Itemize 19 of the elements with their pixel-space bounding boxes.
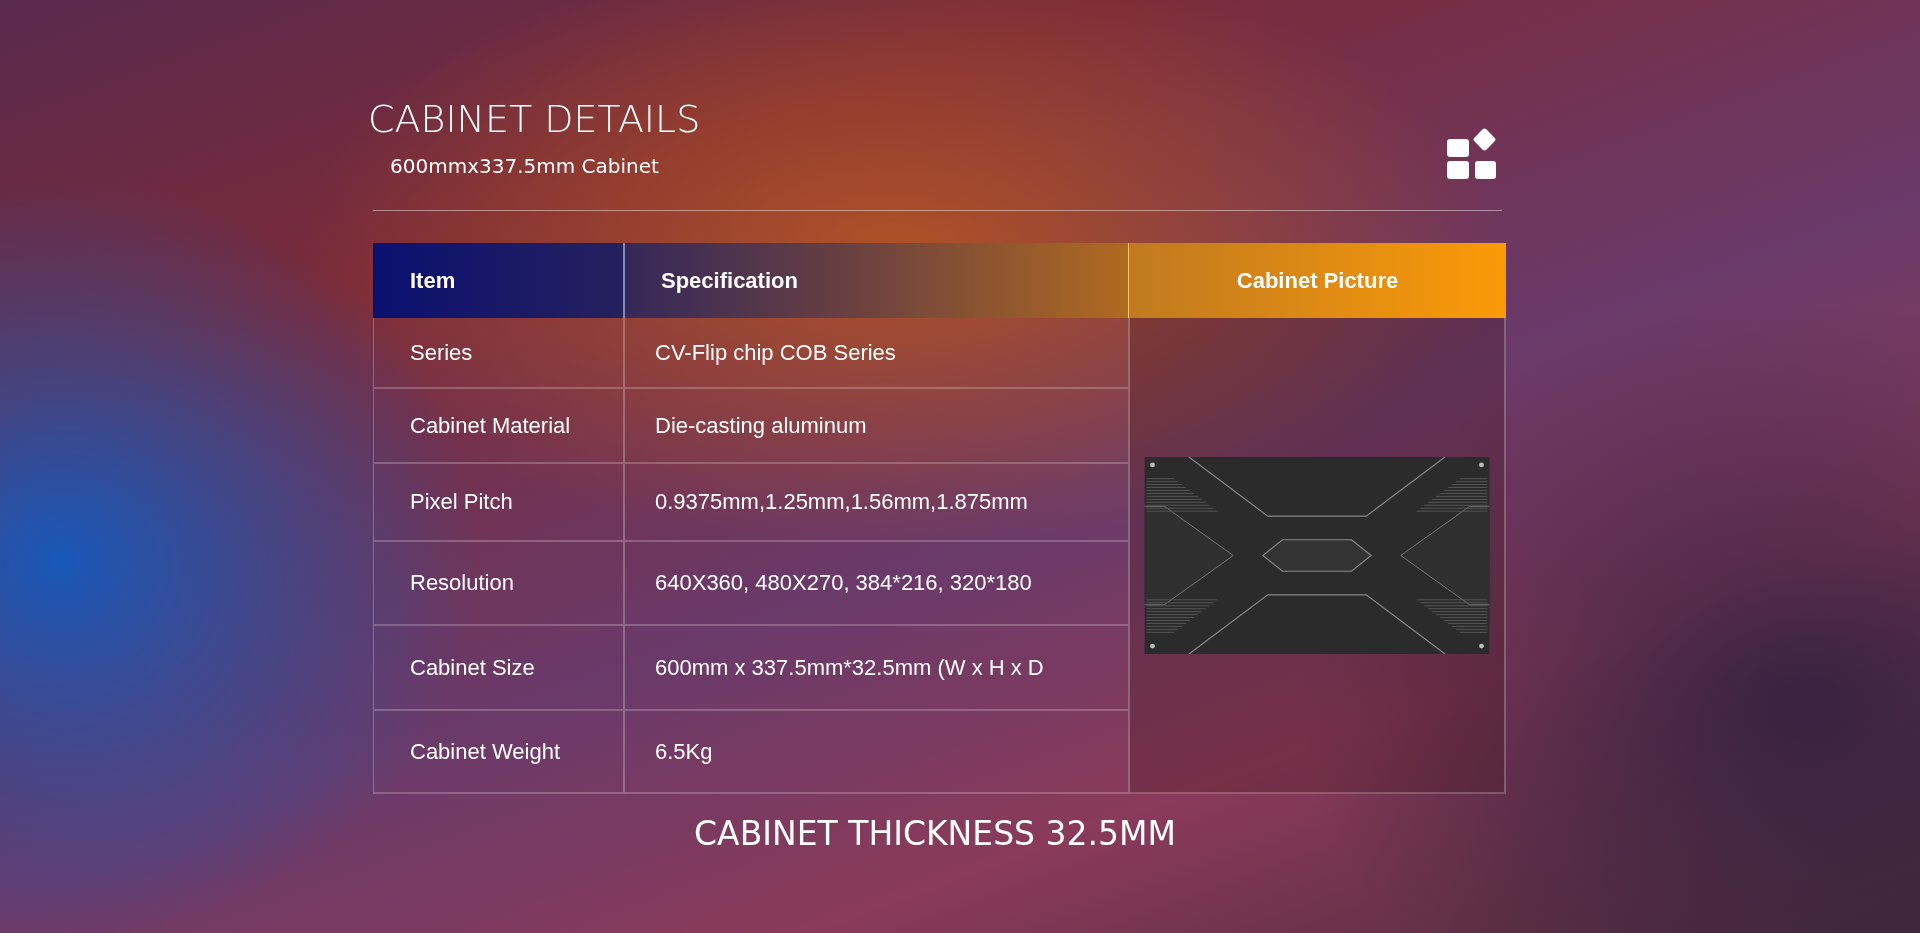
page-title: CABINET DETAILS <box>368 96 701 143</box>
table-cell: Die-casting aluminum <box>625 389 1128 464</box>
table-cell: Series <box>373 318 625 389</box>
table-cell: 640X360, 480X270, 384*216, 320*180 <box>625 542 1128 626</box>
table-cell: Pixel Pitch <box>373 464 625 542</box>
column-header: Specification <box>625 243 1128 318</box>
tiles-icon <box>1446 128 1498 180</box>
column-header: Item <box>373 243 625 318</box>
table-cell: Cabinet Size <box>373 626 625 711</box>
column-header: Cabinet Picture <box>1128 243 1506 318</box>
table-cell: Cabinet Material <box>373 389 625 464</box>
table-cell: 0.9375mm,1.25mm,1.56mm,1.875mm <box>625 464 1128 542</box>
table-cell: CV-Flip chip COB Series <box>625 318 1128 389</box>
footer-caption: CABINET THICKNESS 32.5MM <box>693 814 1177 853</box>
table-cell: 6.5Kg <box>625 711 1128 794</box>
table-cell: 600mm x 337.5mm*32.5mm (W x H x D <box>625 626 1128 711</box>
table-cell: Resolution <box>373 542 625 626</box>
table-cell: Cabinet Weight <box>373 711 625 794</box>
page-subtitle: 600mmx337.5mm Cabinet <box>390 154 660 178</box>
